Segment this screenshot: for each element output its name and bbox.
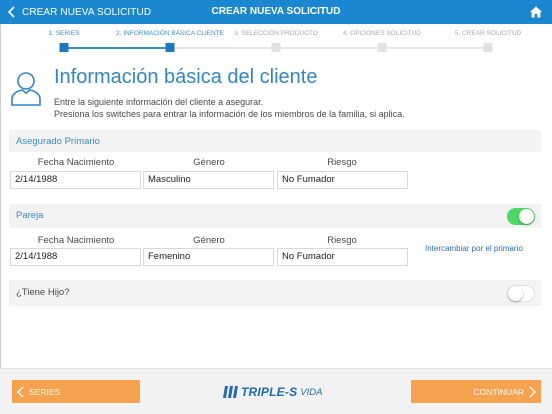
spouse-birth-date-field[interactable]: 2/14/1988 [10, 248, 141, 266]
primary-gender-field[interactable]: Masculino [143, 171, 274, 189]
footer-bar: SERIES TRIPLE-S VIDA CONTINUAR [0, 368, 552, 414]
spouse-section-header [9, 204, 541, 228]
step-label-options: 4. OPCIONES SOLICITUD [342, 30, 422, 37]
step-connector-1 [64, 47, 170, 49]
primary-birth-date-field[interactable]: 2/14/1988 [10, 171, 141, 189]
progress-stepper: 1. SERIES 2. INFORMACIÓN BÁSICA CLIENTE … [0, 24, 552, 54]
spouse-risk-field[interactable]: No Fumador [277, 248, 408, 266]
home-icon[interactable] [529, 5, 543, 19]
step-label-create: 5. CREAR SOLICITUD [454, 30, 522, 37]
page-title: Información básica del cliente [54, 66, 318, 88]
logo-stripes-icon [223, 386, 238, 398]
step-dot-options [377, 43, 387, 52]
has-child-label: ¿Tiene Hijo? [16, 287, 70, 298]
spouse-gender-field[interactable]: Femenino [143, 248, 274, 266]
primary-gender-label: Género [193, 157, 225, 168]
step-dot-create [483, 43, 493, 52]
step-label-basic-info: 2. INFORMACIÓN BÁSICA CLIENTE [116, 30, 224, 37]
description-line-2: Presiona los switches para entrar la inf… [54, 109, 405, 119]
chevron-left-icon [17, 386, 24, 397]
step-label-product: 3. SELECCIÓN PRODUCTO [234, 30, 318, 37]
back-series-button[interactable]: SERIES [12, 380, 140, 403]
continue-label: CONTINUAR [473, 386, 524, 397]
step-dot-basic-info[interactable] [165, 43, 175, 52]
spouse-risk-label: Riesgo [327, 235, 357, 246]
primary-birth-label: Fecha Nacimiento [37, 157, 115, 168]
swap-with-primary-link[interactable]: Intercambiar por el primario [425, 244, 523, 253]
top-nav-bar: CREAR NUEVA SOLICITUD CREAR NUEVA SOLICI… [0, 0, 552, 24]
page-description: Entre la siguiente información del clien… [54, 96, 405, 120]
user-icon [11, 72, 41, 106]
primary-insured-title: Asegurado Primario [16, 136, 100, 147]
logo-text: TRIPLE-S [241, 385, 298, 399]
logo-subtext: VIDA [300, 386, 323, 398]
spouse-title: Pareja [16, 210, 44, 221]
back-to-new-request-button[interactable]: CREAR NUEVA SOLICITUD [5, 0, 151, 24]
chevron-right-icon [529, 386, 536, 397]
has-child-toggle[interactable] [507, 285, 535, 302]
has-child-toggle-knob [508, 286, 523, 301]
child-section-header [9, 280, 541, 306]
chevron-left-icon [7, 6, 15, 18]
spouse-toggle[interactable] [507, 208, 535, 225]
step-connector-rest [170, 47, 488, 49]
back-button-label: CREAR NUEVA SOLICITUD [22, 6, 152, 18]
continue-button[interactable]: CONTINUAR [411, 380, 541, 403]
triple-s-vida-logo: TRIPLE-S VIDA [222, 383, 322, 401]
spouse-gender-label: Género [193, 235, 225, 246]
step-dot-series[interactable] [59, 43, 69, 52]
step-dot-product [271, 43, 281, 52]
primary-risk-field[interactable]: No Fumador [277, 171, 408, 189]
spouse-toggle-knob [519, 209, 534, 224]
left-edge-divider [0, 24, 1, 368]
primary-risk-label: Riesgo [327, 157, 357, 168]
step-label-series: 1. SERIES [48, 30, 80, 37]
back-series-label: SERIES [29, 386, 61, 397]
description-line-1: Entre la siguiente información del clien… [54, 97, 264, 107]
spouse-birth-label: Fecha Nacimiento [37, 235, 115, 246]
